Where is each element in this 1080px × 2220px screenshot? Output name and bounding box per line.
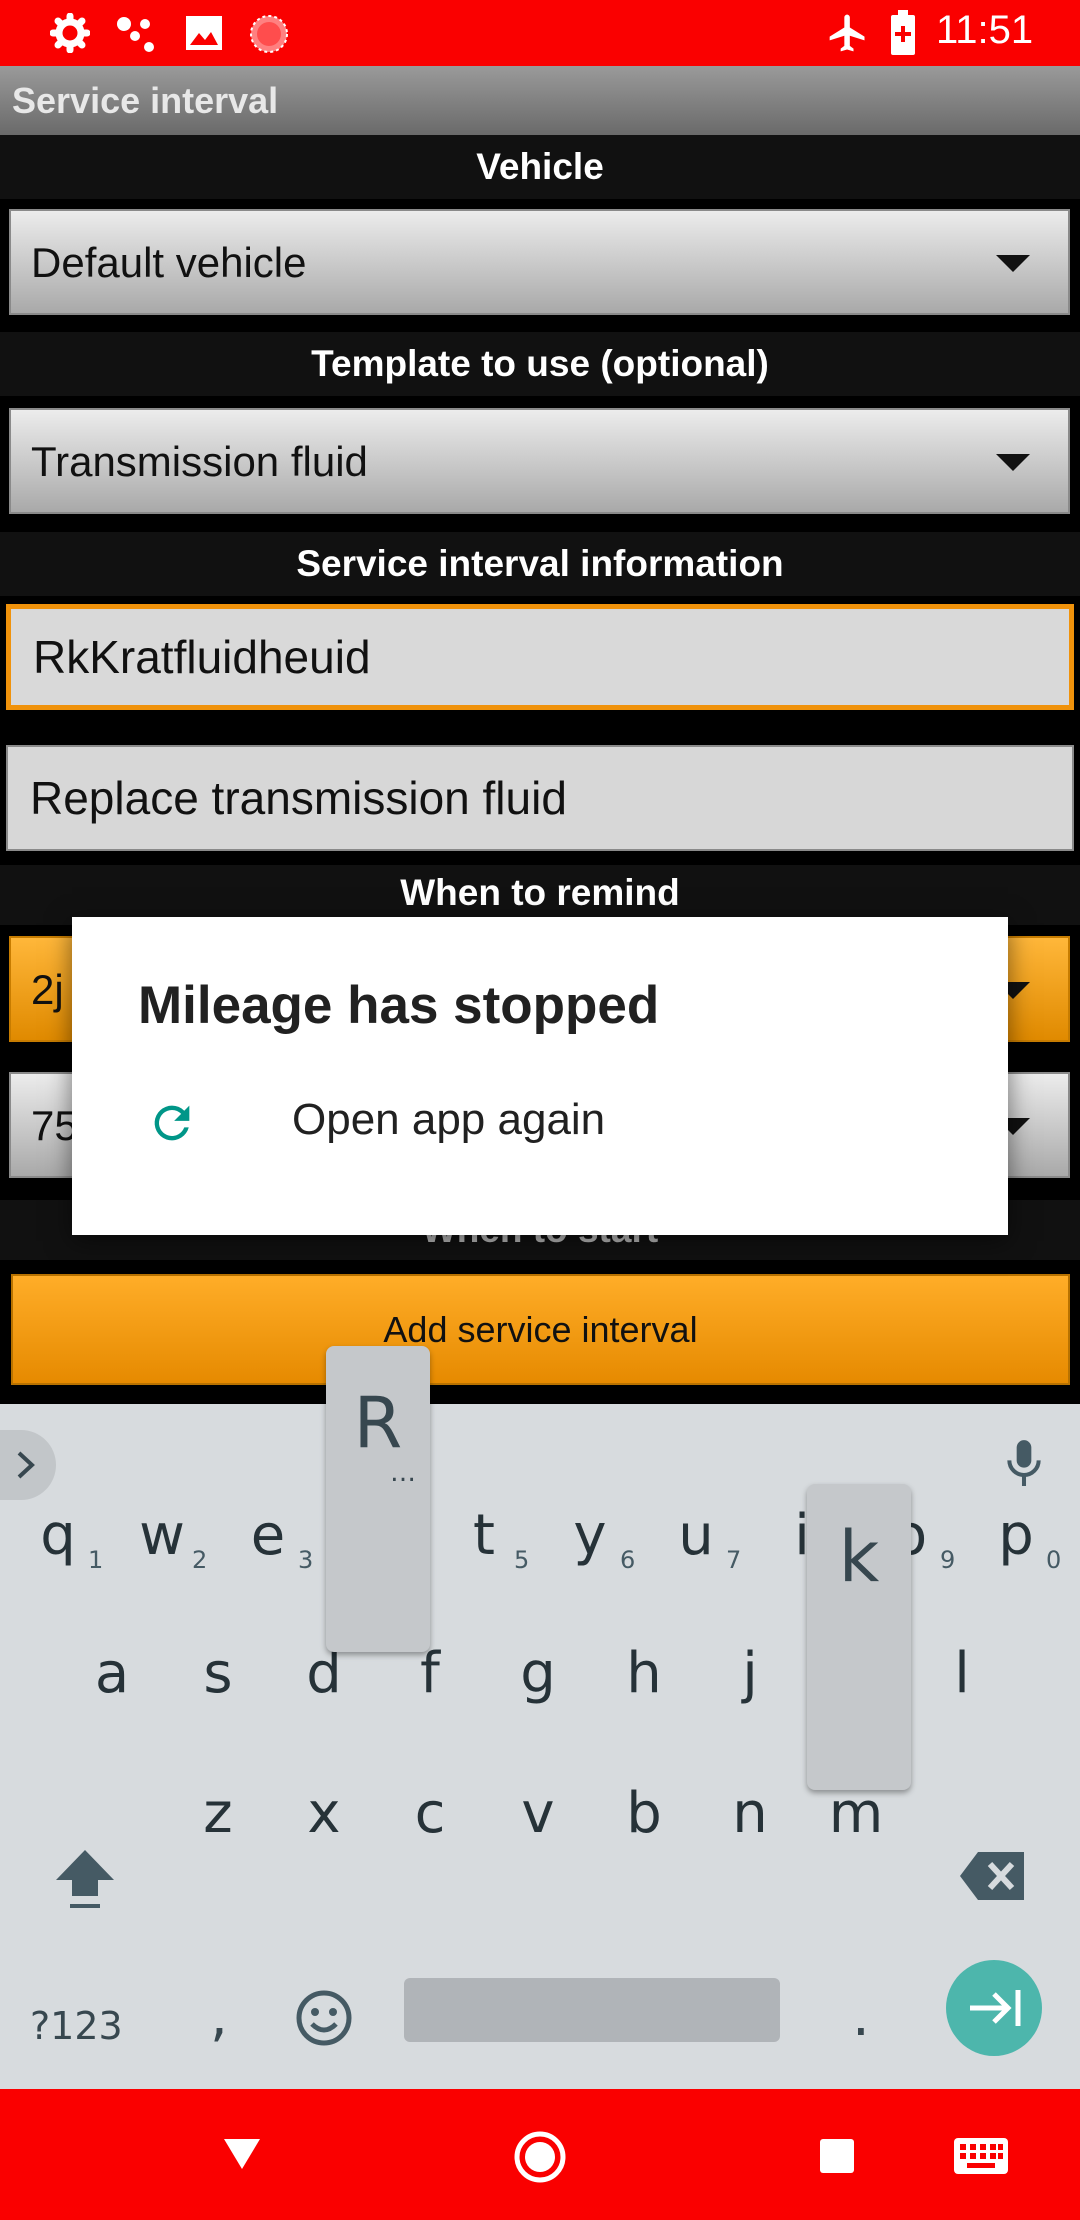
name-field[interactable]: RkKratfluidheuid	[6, 604, 1074, 710]
key-1-row3[interactable]: x	[274, 1754, 374, 1874]
key-hint-0: 1	[88, 1546, 104, 1574]
description-field-value: Replace transmission fluid	[30, 772, 567, 824]
remind-distance-value: 75	[31, 1102, 78, 1149]
key-popup-k: k	[807, 1484, 911, 1790]
screen: 11:51 Service interval Vehicle Default v…	[0, 0, 1080, 2220]
key-6-row2[interactable]: j	[700, 1614, 800, 1734]
key-5-row2[interactable]: h	[594, 1614, 694, 1734]
vehicle-dropdown[interactable]: Default vehicle	[9, 209, 1070, 315]
key-4-row3[interactable]: b	[594, 1754, 694, 1874]
key-popup-R-label: R	[353, 1382, 403, 1464]
key-hint-2: 3	[298, 1546, 314, 1574]
image-icon	[186, 16, 222, 50]
open-app-again-label: Open app again	[292, 1095, 606, 1144]
chevron-down-icon	[996, 255, 1030, 272]
name-field-value: RkKratfluidheuid	[33, 631, 371, 683]
record-icon	[250, 15, 288, 53]
vehicle-section-header: Vehicle	[0, 135, 1080, 199]
soft-keyboard: q1w2e3r4t5y6u7i8o9p0 asdfghjkl zxcvbnm ?…	[0, 1404, 1080, 2089]
remind-section-header: When to remind	[0, 865, 1080, 925]
period-key[interactable]: .	[852, 1984, 870, 2049]
info-section-header: Service interval information	[0, 532, 1080, 596]
settings-icon	[50, 13, 90, 53]
key-6-row1[interactable]: u	[646, 1476, 746, 1596]
clock: 11:51	[936, 8, 1034, 52]
key-hint-4: 5	[514, 1546, 530, 1574]
key-popup-R: R …	[326, 1346, 430, 1652]
key-hint-5: 6	[620, 1546, 636, 1574]
key-1-row1[interactable]: w	[112, 1476, 212, 1596]
template-dropdown-value: Transmission fluid	[31, 438, 368, 485]
enter-key[interactable]	[946, 1960, 1042, 2056]
refresh-icon	[154, 1105, 190, 1141]
navigation-bar	[0, 2089, 1080, 2220]
page-title: Service interval	[0, 66, 1080, 135]
app-stopped-dialog: Mileage has stopped Open app again	[72, 917, 1008, 1235]
key-2-row3[interactable]: c	[380, 1754, 480, 1874]
chevron-down-icon	[996, 454, 1030, 471]
status-bar: 11:51	[0, 0, 1080, 66]
emoji-icon[interactable]	[294, 1988, 354, 2048]
key-1-row2[interactable]: s	[168, 1614, 268, 1734]
recents-icon[interactable]	[820, 2139, 854, 2173]
share-icon	[117, 17, 154, 52]
add-service-interval-button[interactable]: Add service interval	[11, 1274, 1070, 1385]
key-0-row1[interactable]: q	[8, 1476, 108, 1596]
airplane-mode-icon	[829, 14, 865, 52]
dialog-title: Mileage has stopped	[138, 976, 660, 1035]
shift-icon[interactable]	[50, 1844, 120, 1914]
key-0-row2[interactable]: a	[62, 1614, 162, 1734]
backspace-icon[interactable]	[958, 1850, 1028, 1902]
home-icon[interactable]	[513, 2130, 567, 2184]
key-hint-9: 0	[1046, 1546, 1062, 1574]
key-hint-1: 2	[192, 1546, 208, 1574]
template-dropdown[interactable]: Transmission fluid	[9, 408, 1070, 514]
key-5-row1[interactable]: y	[540, 1476, 640, 1596]
key-8-row2[interactable]: l	[912, 1614, 1012, 1734]
symbols-key[interactable]: ?123	[30, 2004, 123, 2048]
spacebar[interactable]	[404, 1978, 780, 2042]
key-0-row3[interactable]: z	[168, 1754, 268, 1874]
key-hint-6: 7	[726, 1546, 742, 1574]
next-arrow-icon	[970, 1990, 1021, 2026]
key-4-row2[interactable]: g	[488, 1614, 588, 1734]
comma-key[interactable]: ,	[210, 1984, 228, 2049]
key-3-row3[interactable]: v	[488, 1754, 588, 1874]
key-5-row3[interactable]: n	[700, 1754, 800, 1874]
template-section-header: Template to use (optional)	[0, 332, 1080, 396]
key-9-row1[interactable]: p	[966, 1476, 1066, 1596]
remind-time-value: 2j	[31, 966, 64, 1013]
key-popup-k-label: k	[838, 1516, 880, 1598]
back-icon[interactable]	[222, 2137, 262, 2171]
open-app-again-button[interactable]: Open app again	[72, 1067, 1008, 1197]
keyboard-switch-icon[interactable]	[953, 2137, 1009, 2175]
key-hint-8: 9	[940, 1546, 956, 1574]
description-field[interactable]: Replace transmission fluid	[6, 745, 1074, 851]
key-2-row1[interactable]: e	[218, 1476, 318, 1596]
vehicle-dropdown-value: Default vehicle	[31, 239, 307, 286]
battery-charging-icon	[891, 10, 915, 55]
key-4-row1[interactable]: t	[434, 1476, 534, 1596]
